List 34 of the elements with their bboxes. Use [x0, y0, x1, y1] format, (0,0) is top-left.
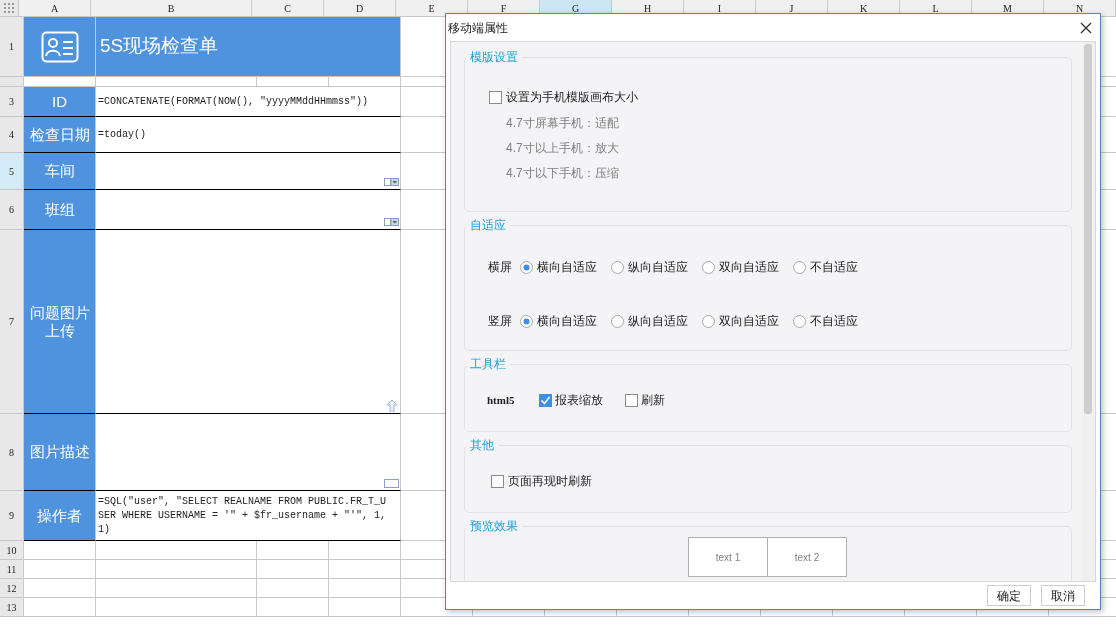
group-title: 模版设置	[469, 49, 519, 66]
orientation-label: 竖屏	[488, 313, 512, 330]
field-label: 操作者	[24, 491, 96, 541]
field-label: 班组	[24, 190, 96, 230]
hint-text: 4.7寸以下手机：压缩	[505, 165, 620, 181]
radio-label: 横向自适应	[537, 259, 597, 276]
group-title: 自适应	[469, 217, 507, 234]
field-label: 图片描述	[24, 414, 96, 491]
field-label: 车间	[24, 153, 96, 190]
preview-cell: text 1	[688, 537, 768, 577]
radio-label: 纵向自适应	[628, 259, 688, 276]
field-label: ID	[24, 87, 96, 117]
radio-label: 不自适应	[810, 313, 858, 330]
checkbox-label: 页面再现时刷新	[508, 473, 592, 490]
group-title: 预览效果	[469, 518, 519, 535]
dialog-title: 移动端属性	[448, 19, 508, 37]
radio-label: 纵向自适应	[628, 313, 688, 330]
preview-cell: text 2	[767, 537, 847, 577]
radio-label: 不自适应	[810, 259, 858, 276]
field-label: 问题图片上传	[24, 230, 96, 414]
radio-label: 横向自适应	[537, 313, 597, 330]
html5-label: html5	[487, 392, 515, 408]
radio-label: 双向自适应	[719, 313, 779, 330]
radio-label: 双向自适应	[719, 259, 779, 276]
checkbox-label: 报表缩放	[554, 392, 603, 409]
hint-text: 4.7寸屏幕手机：适配	[505, 115, 620, 131]
hint-text: 4.7寸以上手机：放大	[505, 140, 620, 156]
field-label: 检查日期	[24, 117, 96, 153]
checkbox-label: 设置为手机模版画布大小	[506, 89, 638, 106]
checkbox-label: 刷新	[640, 392, 665, 409]
orientation-label: 横屏	[488, 259, 512, 276]
group-title: 工具栏	[469, 356, 507, 373]
group-title: 其他	[469, 437, 495, 454]
report-title: 5S现场检查单	[100, 34, 219, 59]
